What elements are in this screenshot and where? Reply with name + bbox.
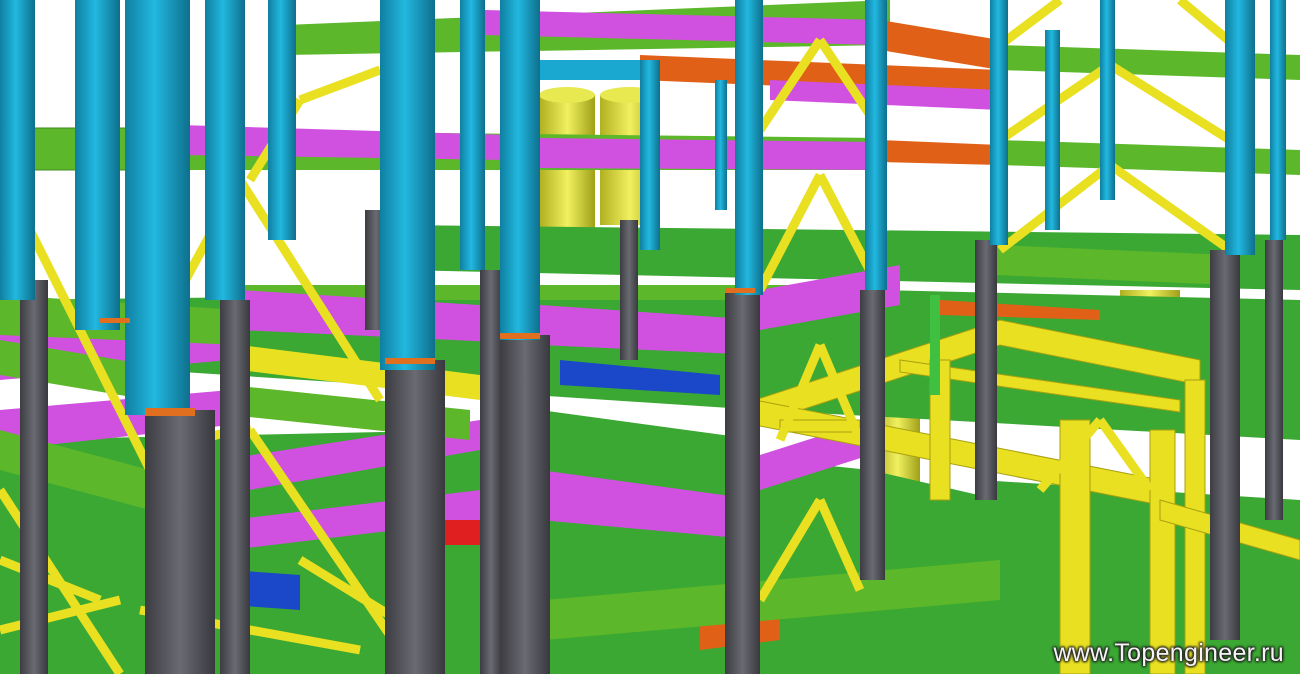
steel-structure-3d-model xyxy=(0,0,1300,674)
green-posts xyxy=(930,295,940,395)
watermark-text: www.Topengineer.ru xyxy=(1053,639,1284,667)
